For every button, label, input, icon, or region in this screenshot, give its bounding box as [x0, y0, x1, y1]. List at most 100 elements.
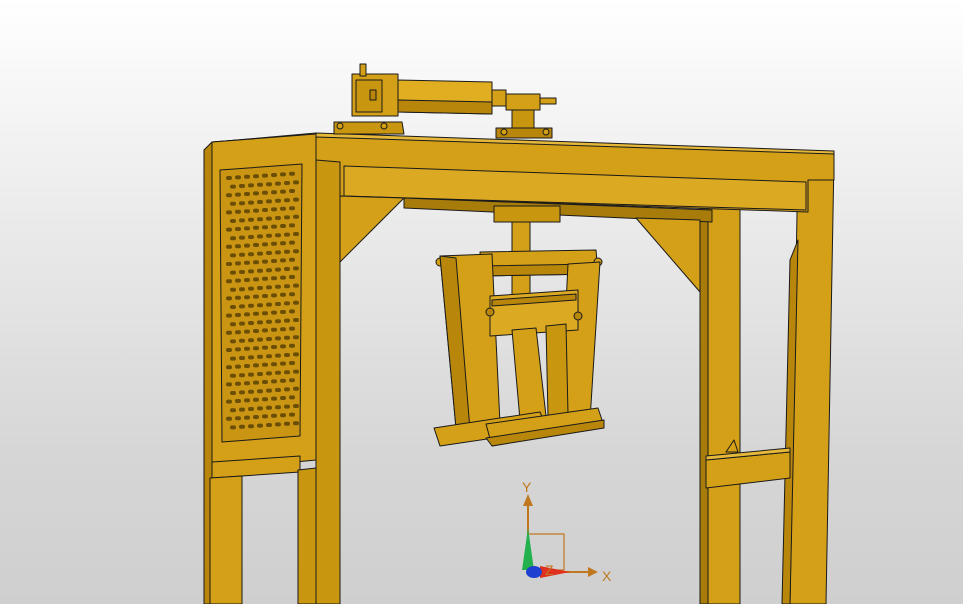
grille-hole	[239, 390, 245, 395]
grille-hole	[226, 279, 232, 284]
grille-hole	[230, 356, 236, 361]
x-axis-label: X	[602, 568, 612, 584]
grille-hole	[257, 354, 263, 359]
grille-hole	[226, 382, 232, 387]
grille-hole	[244, 295, 250, 300]
grille-hole	[226, 348, 232, 352]
grille-hole	[235, 399, 241, 403]
grille-hole	[266, 371, 272, 376]
grille-hole	[271, 190, 277, 195]
grille-hole	[271, 241, 277, 246]
grille-hole	[284, 404, 290, 409]
grille-hole	[257, 200, 263, 204]
grille-hole	[244, 364, 250, 368]
grille-hole	[284, 301, 290, 306]
grille-hole	[248, 269, 254, 274]
grille-hole	[284, 215, 290, 220]
grille-hole	[239, 321, 245, 326]
grille-hole	[280, 224, 286, 228]
grille-hole	[230, 236, 236, 241]
grille-hole	[280, 258, 286, 263]
grille-hole	[266, 182, 272, 187]
grille-hole	[244, 329, 250, 334]
grille-hole	[271, 173, 277, 177]
grille-hole	[235, 175, 241, 180]
grille-hole	[244, 398, 250, 403]
grille-hole	[293, 266, 299, 271]
grille-hole	[239, 287, 245, 292]
grille-hole	[271, 396, 277, 401]
grille-hole	[271, 259, 277, 263]
grille-hole	[293, 283, 299, 288]
grille-hole	[226, 244, 232, 249]
grille-hole	[230, 408, 236, 413]
grille-hole	[226, 176, 232, 180]
grille-hole	[244, 312, 250, 317]
grille-hole	[257, 372, 263, 376]
grille-hole	[226, 313, 232, 318]
grille-hole	[248, 389, 254, 394]
grille-hole	[266, 319, 272, 324]
grille-hole	[293, 318, 299, 322]
3d-viewport[interactable]: Y X Z	[0, 0, 963, 604]
grille-hole	[289, 395, 295, 400]
grille-hole	[275, 422, 281, 427]
grille-hole	[280, 206, 286, 211]
grille-hole	[262, 380, 268, 384]
grille-hole	[293, 386, 299, 391]
grille-hole	[230, 219, 236, 223]
grille-hole	[284, 249, 290, 254]
grille-hole	[239, 270, 245, 274]
grille-hole	[248, 183, 254, 188]
grille-hole	[235, 209, 241, 214]
grille-hole	[271, 310, 277, 315]
grille-hole	[262, 208, 268, 212]
cad-model-canvas[interactable]: Y X Z	[0, 0, 963, 604]
grille-hole	[289, 223, 295, 228]
grille-hole	[239, 218, 245, 223]
grille-hole	[280, 378, 286, 383]
grille-hole	[284, 267, 290, 271]
grille-hole	[257, 423, 263, 428]
z-axis-cone	[526, 566, 542, 578]
grille-hole	[244, 260, 250, 265]
grille-hole	[235, 364, 241, 369]
grille-hole	[235, 330, 241, 335]
grille-hole	[226, 210, 232, 215]
z-axis-label: Z	[545, 562, 554, 578]
grille-hole	[248, 200, 254, 205]
grille-hole	[262, 242, 268, 247]
grille-hole	[289, 189, 295, 193]
grille-hole	[253, 363, 259, 368]
grille-hole	[239, 407, 245, 412]
grille-hole	[266, 216, 272, 221]
grille-hole	[239, 338, 245, 343]
grille-hole	[266, 285, 272, 290]
grille-hole	[253, 225, 259, 230]
grille-hole	[275, 388, 281, 392]
grille-hole	[226, 330, 232, 335]
grille-hole	[248, 252, 254, 257]
grille-hole	[230, 322, 236, 327]
grille-hole	[226, 399, 232, 404]
grille-hole	[257, 182, 263, 187]
grille-hole	[253, 346, 259, 351]
grille-hole	[244, 415, 250, 420]
grille-hole	[239, 373, 245, 378]
grille-hole	[239, 252, 245, 257]
grille-hole	[257, 320, 263, 325]
grille-hole	[275, 302, 281, 306]
grille-hole	[284, 232, 290, 237]
grille-hole	[266, 354, 272, 359]
grille-hole	[289, 257, 295, 262]
grille-hole	[257, 251, 263, 256]
grille-hole	[271, 362, 277, 367]
grille-hole	[280, 292, 286, 297]
grille-hole	[289, 309, 295, 314]
grille-hole	[284, 181, 290, 185]
grille-hole	[262, 397, 268, 402]
grille-hole	[280, 344, 286, 349]
grille-hole	[284, 318, 290, 323]
grille-hole	[230, 373, 236, 378]
grille-hole	[266, 268, 272, 273]
